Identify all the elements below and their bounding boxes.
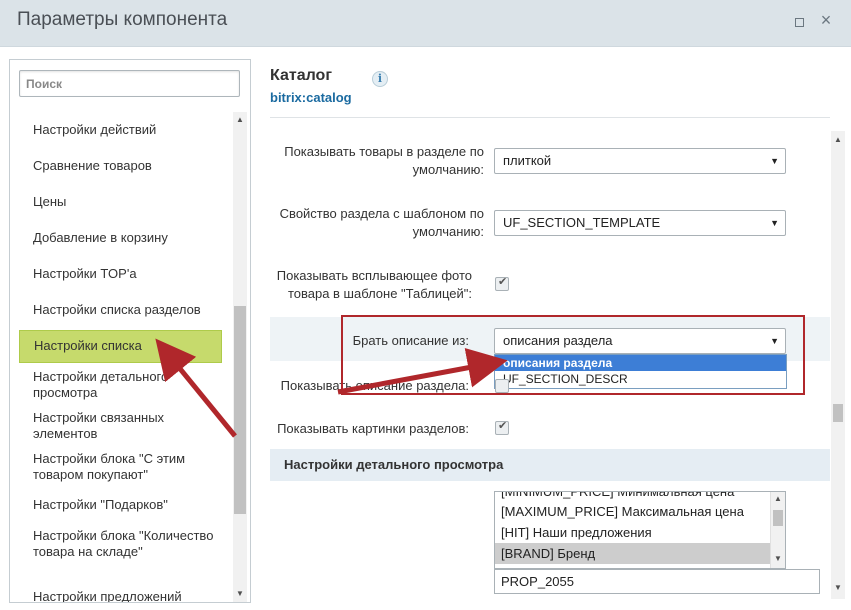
chevron-down-icon: ▼ bbox=[770, 218, 779, 228]
scroll-up-icon[interactable]: ▲ bbox=[831, 135, 845, 144]
list-item[interactable]: [BRAND] Бренд bbox=[495, 543, 771, 564]
sidebar-item-store-amount[interactable]: Настройки блока "Количество товара на ск… bbox=[19, 528, 222, 560]
show-items-value: плиткой bbox=[503, 153, 552, 168]
listbox-scrollbar[interactable]: ▲ ▼ bbox=[770, 492, 785, 568]
section-header-detail: Настройки детального просмотра bbox=[270, 449, 830, 481]
sidebar-item-prices[interactable]: Цены bbox=[19, 194, 222, 210]
listbox-scroll-thumb[interactable] bbox=[773, 510, 783, 526]
close-icon[interactable]: × bbox=[818, 11, 834, 29]
window-titlebar: Параметры компонента × bbox=[0, 0, 851, 47]
scroll-down-icon[interactable]: ▼ bbox=[233, 589, 247, 598]
chevron-down-icon: ▼ bbox=[770, 156, 779, 166]
property-code-input[interactable] bbox=[494, 569, 820, 594]
component-title: Каталог bbox=[270, 67, 332, 84]
scroll-down-icon[interactable]: ▼ bbox=[831, 583, 845, 592]
show-items-label: Показывать товары в разделе по умолчанию… bbox=[284, 144, 484, 177]
show-section-pictures-label: Показывать картинки разделов: bbox=[277, 421, 469, 436]
section-template-select[interactable]: UF_SECTION_TEMPLATE ▼ bbox=[494, 210, 786, 236]
sidebar-item-linked[interactable]: Настройки связанных элементов bbox=[19, 410, 222, 442]
show-items-select[interactable]: плиткой ▼ bbox=[494, 148, 786, 174]
list-item[interactable]: [HIT] Наши предложения bbox=[495, 522, 771, 543]
sidebar-scroll-thumb[interactable] bbox=[234, 306, 246, 514]
maximize-icon[interactable] bbox=[791, 14, 807, 30]
sidebar-item-list-settings[interactable]: Настройки списка bbox=[19, 330, 222, 363]
checkmark-icon: ✔ bbox=[498, 420, 508, 432]
window-title: Параметры компонента bbox=[17, 9, 228, 30]
main-scrollbar[interactable]: ▲ ▼ bbox=[831, 131, 845, 599]
sidebar-item-also-bought[interactable]: Настройки блока "С этим товаром покупают… bbox=[19, 451, 222, 483]
popup-photo-label: Показывать всплывающее фото товара в шаб… bbox=[276, 268, 472, 301]
main-scroll-thumb[interactable] bbox=[833, 404, 843, 422]
sidebar-scrollbar[interactable]: ▲ ▼ bbox=[233, 112, 247, 602]
properties-listbox[interactable]: [MINIMUM_PRICE] Минимальная цена [MAXIMU… bbox=[494, 491, 786, 569]
sidebar-item-section-list[interactable]: Настройки списка разделов bbox=[19, 302, 222, 318]
list-item[interactable]: [MAXIMUM_PRICE] Максимальная цена bbox=[495, 501, 771, 522]
search-input[interactable] bbox=[19, 70, 240, 97]
info-icon[interactable]: i bbox=[372, 71, 388, 87]
highlight-frame bbox=[341, 315, 805, 395]
sidebar: Настройки действий Сравнение товаров Цен… bbox=[9, 59, 251, 603]
divider bbox=[270, 117, 830, 118]
main-panel: Каталог i bitrix:catalog Показывать това… bbox=[259, 47, 851, 610]
sidebar-item-top[interactable]: Настройки TOP'a bbox=[19, 266, 222, 282]
popup-photo-checkbox[interactable]: ✔ bbox=[495, 276, 509, 291]
scroll-up-icon[interactable]: ▲ bbox=[771, 494, 785, 503]
sidebar-item-gifts[interactable]: Настройки "Подарков" bbox=[19, 497, 222, 513]
sidebar-item-basket[interactable]: Добавление в корзину bbox=[19, 230, 222, 246]
scroll-down-icon[interactable]: ▼ bbox=[771, 554, 785, 563]
sidebar-item-compare[interactable]: Сравнение товаров bbox=[19, 158, 222, 174]
sidebar-item-actions[interactable]: Настройки действий bbox=[19, 122, 222, 138]
component-code: bitrix:catalog bbox=[270, 90, 352, 105]
sidebar-item-offers[interactable]: Настройки предложений bbox=[19, 589, 222, 602]
scroll-up-icon[interactable]: ▲ bbox=[233, 115, 247, 124]
sidebar-item-detail[interactable]: Настройки детального просмотра bbox=[19, 369, 222, 401]
checkmark-icon: ✔ bbox=[498, 276, 508, 288]
section-template-value: UF_SECTION_TEMPLATE bbox=[503, 215, 661, 230]
show-section-pictures-checkbox[interactable]: ✔ bbox=[495, 420, 509, 435]
section-template-label: Свойство раздела с шаблоном по умолчанию… bbox=[279, 206, 484, 239]
